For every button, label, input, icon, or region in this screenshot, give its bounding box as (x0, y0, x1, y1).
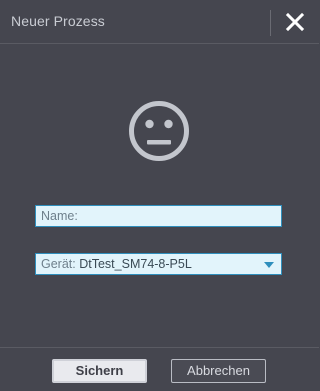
close-icon (285, 12, 305, 32)
dialog-titlebar: Neuer Prozess (0, 0, 319, 44)
close-button[interactable] (284, 11, 306, 33)
device-label: Gerät: (41, 257, 76, 271)
device-value: DtTest_SM74-8-P5L (79, 257, 192, 271)
name-placeholder: Name: (41, 209, 78, 223)
new-process-dialog: Neuer Prozess Name: Gerät: DtTest_SM74-8… (0, 0, 319, 391)
name-input[interactable]: Name: (35, 205, 282, 227)
footer-divider (0, 347, 319, 348)
device-select[interactable]: Gerät: DtTest_SM74-8-P5L (35, 253, 282, 275)
neutral-face-icon (128, 100, 190, 162)
device-select-text: Gerät: DtTest_SM74-8-P5L (41, 257, 192, 271)
chevron-down-icon[interactable] (264, 262, 274, 268)
dialog-title: Neuer Prozess (11, 13, 105, 29)
cancel-button[interactable]: Abbrechen (171, 359, 266, 383)
save-button[interactable]: Sichern (52, 359, 147, 383)
titlebar-divider (270, 10, 271, 36)
